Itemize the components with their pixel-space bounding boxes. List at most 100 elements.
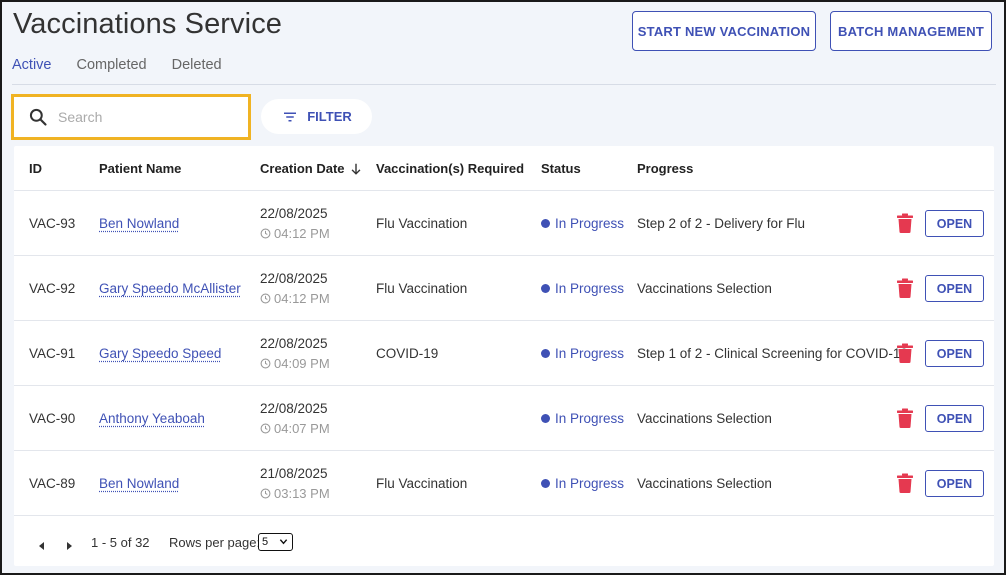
- column-header-creation-date-label: Creation Date: [260, 161, 345, 176]
- patient-name-link[interactable]: Gary Speedo Speed: [99, 346, 221, 361]
- row-progress: Step 2 of 2 - Delivery for Flu: [637, 216, 806, 231]
- trash-icon[interactable]: [896, 343, 914, 363]
- row-vaccinations: Flu Vaccination: [376, 476, 468, 491]
- row-date: 22/08/2025: [260, 206, 328, 221]
- row-creation-date: 22/08/2025 04:09 PM: [260, 336, 330, 371]
- batch-management-button[interactable]: BATCH MANAGEMENT: [830, 11, 992, 51]
- column-header-patient[interactable]: Patient Name: [99, 161, 181, 176]
- column-header-id[interactable]: ID: [29, 161, 42, 176]
- row-patient-cell: Ben Nowland: [99, 216, 179, 231]
- row-id: VAC-91: [29, 346, 76, 361]
- row-vaccinations: Flu Vaccination: [376, 281, 468, 296]
- status-dot-icon: [541, 219, 550, 228]
- row-creation-date: 22/08/2025 04:07 PM: [260, 401, 330, 436]
- start-new-vaccination-button[interactable]: START NEW VACCINATION: [632, 11, 816, 51]
- chevron-right-icon[interactable]: [61, 538, 77, 554]
- row-time-wrapper: 04:09 PM: [260, 356, 330, 371]
- row-time: 04:07 PM: [274, 421, 330, 436]
- open-button[interactable]: OPEN: [925, 470, 984, 497]
- row-id: VAC-92: [29, 281, 76, 296]
- status-dot-icon: [541, 349, 550, 358]
- status-label: In Progress: [555, 411, 625, 426]
- column-header-progress[interactable]: Progress: [637, 161, 693, 176]
- page-title: Vaccinations Service: [13, 8, 283, 40]
- open-button[interactable]: OPEN: [925, 210, 984, 237]
- patient-name-link[interactable]: Anthony Yeaboah: [99, 411, 205, 426]
- row-creation-date: 22/08/2025 04:12 PM: [260, 206, 330, 241]
- status-label: In Progress: [555, 281, 625, 296]
- open-button[interactable]: OPEN: [925, 340, 984, 367]
- search-input[interactable]: [58, 109, 228, 125]
- search-icon: [29, 108, 47, 126]
- search-box[interactable]: [11, 94, 251, 140]
- clock-icon: [260, 293, 271, 304]
- row-progress: Vaccinations Selection: [637, 476, 772, 491]
- row-time-wrapper: 04:12 PM: [260, 226, 330, 241]
- open-button[interactable]: OPEN: [925, 405, 984, 432]
- trash-icon[interactable]: [896, 213, 914, 233]
- status-badge: In Progress: [541, 411, 624, 426]
- clock-icon: [260, 358, 271, 369]
- trash-icon[interactable]: [896, 473, 914, 493]
- pagination-range: 1 - 5 of 32: [91, 535, 150, 550]
- patient-name-link[interactable]: Ben Nowland: [99, 476, 179, 491]
- row-id: VAC-90: [29, 411, 76, 426]
- row-progress: Step 1 of 2 - Clinical Screening for COV…: [637, 346, 908, 361]
- status-dot-icon: [541, 479, 550, 488]
- row-patient-cell: Gary Speedo McAllister: [99, 281, 241, 296]
- row-time: 04:09 PM: [274, 356, 330, 371]
- tab-active[interactable]: Active: [12, 57, 52, 73]
- trash-icon[interactable]: [896, 278, 914, 298]
- row-patient-cell: Gary Speedo Speed: [99, 346, 221, 361]
- status-label: In Progress: [555, 346, 625, 361]
- table-row: VAC-93 Ben Nowland 22/08/2025 04:12 PM F…: [14, 191, 994, 256]
- status-dot-icon: [541, 284, 550, 293]
- vaccinations-table: ID Patient Name Creation Date Vaccinatio…: [14, 146, 994, 566]
- filter-button[interactable]: FILTER: [261, 99, 372, 134]
- status-badge: In Progress: [541, 216, 624, 231]
- tab-completed[interactable]: Completed: [77, 57, 147, 73]
- column-header-status[interactable]: Status: [541, 161, 581, 176]
- chevron-left-icon[interactable]: [34, 538, 50, 554]
- trash-icon[interactable]: [896, 408, 914, 428]
- row-time-wrapper: 03:13 PM: [260, 486, 330, 501]
- column-header-creation-date[interactable]: Creation Date: [260, 161, 363, 176]
- filter-icon: [284, 112, 297, 121]
- open-button[interactable]: OPEN: [925, 275, 984, 302]
- row-id: VAC-93: [29, 216, 76, 231]
- row-creation-date: 22/08/2025 04:12 PM: [260, 271, 330, 306]
- row-time: 03:13 PM: [274, 486, 330, 501]
- table-header: ID Patient Name Creation Date Vaccinatio…: [14, 146, 994, 191]
- filter-label: FILTER: [307, 109, 352, 124]
- rows-per-page-label: Rows per page:: [169, 535, 261, 550]
- row-time-wrapper: 04:07 PM: [260, 421, 330, 436]
- status-label: In Progress: [555, 216, 625, 231]
- clock-icon: [260, 423, 271, 434]
- row-creation-date: 21/08/2025 03:13 PM: [260, 466, 330, 501]
- row-date: 21/08/2025: [260, 466, 328, 481]
- arrow-down-icon[interactable]: [349, 162, 363, 176]
- tabs-divider: [12, 84, 996, 85]
- rows-per-page-select[interactable]: 5: [258, 533, 293, 551]
- chevron-down-icon: [279, 539, 288, 545]
- status-dot-icon: [541, 414, 550, 423]
- status-badge: In Progress: [541, 346, 624, 361]
- row-progress: Vaccinations Selection: [637, 281, 772, 296]
- row-time: 04:12 PM: [274, 291, 330, 306]
- row-date: 22/08/2025: [260, 271, 328, 286]
- status-badge: In Progress: [541, 281, 624, 296]
- patient-name-link[interactable]: Gary Speedo McAllister: [99, 281, 241, 296]
- row-progress: Vaccinations Selection: [637, 411, 772, 426]
- table-row: VAC-92 Gary Speedo McAllister 22/08/2025…: [14, 256, 994, 321]
- tab-deleted[interactable]: Deleted: [172, 57, 222, 73]
- row-date: 22/08/2025: [260, 401, 328, 416]
- table-row: VAC-91 Gary Speedo Speed 22/08/2025 04:0…: [14, 321, 994, 386]
- row-patient-cell: Anthony Yeaboah: [99, 411, 205, 426]
- status-tabs: Active Completed Deleted: [12, 57, 247, 73]
- status-badge: In Progress: [541, 476, 624, 491]
- row-vaccinations: Flu Vaccination: [376, 216, 468, 231]
- column-header-vaccinations[interactable]: Vaccination(s) Required: [376, 161, 524, 176]
- patient-name-link[interactable]: Ben Nowland: [99, 216, 179, 231]
- row-time-wrapper: 04:12 PM: [260, 291, 330, 306]
- row-date: 22/08/2025: [260, 336, 328, 351]
